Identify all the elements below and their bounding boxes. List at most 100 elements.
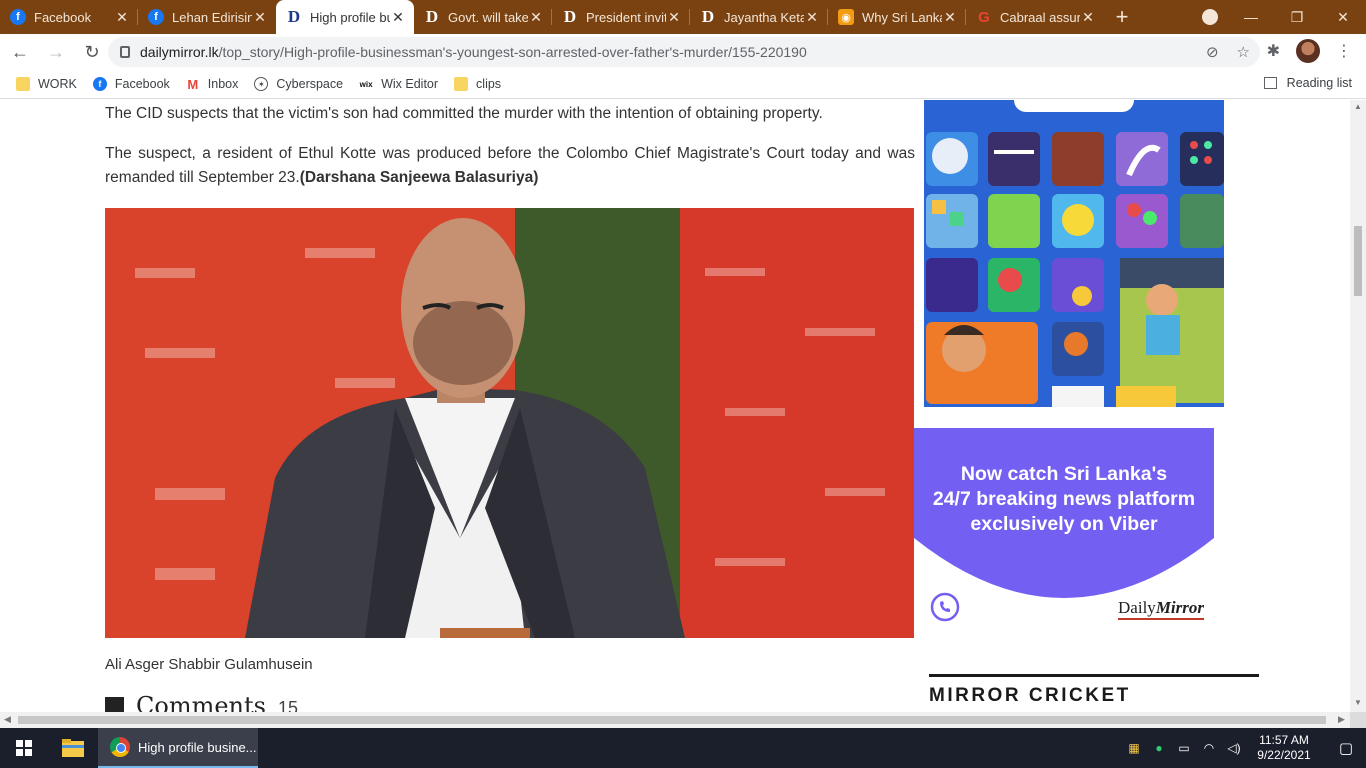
games-grid-illustration [924, 100, 1224, 407]
horizontal-scrollbar[interactable]: ◀ ▶ [0, 712, 1350, 728]
scroll-down-icon[interactable]: ▼ [1354, 698, 1362, 707]
tab-facebook[interactable]: f Facebook ✕ [0, 0, 138, 34]
lock-icon[interactable] [120, 46, 130, 58]
wix-icon: wix [359, 79, 373, 89]
dailymirror-logo: DailyMirror [1118, 598, 1204, 620]
tab-high-profile[interactable]: D High profile businessman ✕ [276, 0, 414, 34]
facebook-icon: f [92, 77, 107, 91]
windows-icon [16, 740, 32, 756]
comments-header[interactable]: Comments 15 [105, 692, 298, 712]
restore-icon[interactable]: ❐ [1274, 9, 1320, 26]
tab-search-icon[interactable] [1202, 9, 1218, 25]
extensions-icon[interactable]: ✱ [1267, 41, 1280, 61]
dailymirror-icon: D [701, 7, 715, 26]
tab-lehan[interactable]: f Lehan Edirisinghe ✕ [138, 0, 276, 34]
tab-title: Govt. will take [448, 9, 528, 25]
tab-strip: f Facebook ✕ f Lehan Edirisinghe ✕ D Hig… [0, 0, 1366, 34]
new-tab-button[interactable]: + [1104, 0, 1140, 34]
cyberspace-icon: ✶ [254, 77, 269, 91]
profile-avatar[interactable] [1296, 39, 1320, 63]
app-tray-icon[interactable]: ▦ [1123, 728, 1145, 768]
bookmark-wix[interactable]: wix Wix Editor [359, 77, 438, 91]
menu-kebab-icon[interactable]: ⋮ [1336, 41, 1352, 61]
close-tab-icon[interactable]: ✕ [528, 9, 544, 26]
viber-ad-text: Now catch Sri Lanka's 24/7 breaking news… [914, 462, 1214, 537]
forward-icon[interactable]: → [40, 36, 72, 68]
google-icon: G [978, 8, 990, 26]
reading-list-icon [1263, 77, 1277, 89]
mirror-cricket-section: MIRROR CRICKET [929, 674, 1259, 707]
bookmark-star-icon[interactable]: ☆ [1237, 43, 1250, 61]
notifications-icon[interactable]: ▢ [1326, 739, 1366, 757]
close-tab-icon[interactable]: ✕ [804, 9, 820, 26]
scroll-left-icon[interactable]: ◀ [4, 714, 11, 725]
scrollbar-corner [1350, 712, 1366, 728]
clock-date: 9/22/2021 [1257, 748, 1311, 762]
minimize-icon[interactable]: — [1228, 9, 1274, 25]
close-window-icon[interactable]: ✕ [1320, 9, 1366, 26]
address-bar[interactable]: dailymirror.lk/top_story/High-profile-bu… [108, 37, 1260, 67]
windows-taskbar: High profile busine... ▦ ● ▭ ◠ ◁) 11:57 … [0, 728, 1366, 768]
bookmark-label: WORK [38, 77, 77, 91]
close-tab-icon[interactable]: ✕ [942, 9, 958, 26]
logo-part: Daily [1118, 598, 1156, 617]
security-icon[interactable]: ● [1148, 728, 1170, 768]
start-button[interactable] [0, 728, 48, 768]
battery-icon[interactable]: ▭ [1173, 728, 1195, 768]
taskbar-chrome-item[interactable]: High profile busine... [98, 728, 258, 768]
games-advertisement[interactable] [924, 100, 1224, 407]
tab-title: Facebook [34, 9, 92, 25]
tab-why-sri-lanka[interactable]: ◉ Why Sri Lanka ✕ [828, 0, 966, 34]
file-explorer-button[interactable] [48, 728, 98, 768]
photo-illustration [105, 208, 914, 638]
volume-icon[interactable]: ◁) [1223, 728, 1245, 768]
bookmark-label: Cyberspace [276, 77, 344, 91]
tab-president[interactable]: D President invites ✕ [552, 0, 690, 34]
bookmark-facebook[interactable]: f Facebook [92, 77, 170, 91]
url-path: /top_story/High-profile-businessman's-yo… [218, 44, 807, 60]
bookmark-label: Inbox [207, 77, 239, 91]
reload-icon[interactable]: ↻ [76, 36, 108, 68]
close-tab-icon[interactable]: ✕ [666, 9, 682, 26]
close-tab-icon[interactable]: ✕ [1080, 9, 1096, 26]
scroll-right-icon[interactable]: ▶ [1338, 714, 1345, 725]
taskbar-item-label: High profile busine... [138, 739, 257, 755]
url-host: dailymirror.lk [140, 44, 219, 60]
bookmarks-bar: WORK f Facebook M Inbox ✶ Cyberspace wix… [0, 70, 1366, 99]
window-controls: — ❐ ✕ [1228, 0, 1366, 34]
bookmark-cyberspace[interactable]: ✶ Cyberspace [254, 77, 343, 91]
rss-icon: ◉ [838, 9, 854, 25]
chrome-icon [110, 737, 130, 757]
tab-title: High profile businessman [310, 9, 390, 25]
comments-count: 15 [277, 698, 298, 712]
bookmark-label: clips [476, 77, 502, 91]
scroll-thumb[interactable] [18, 716, 1326, 724]
viber-advertisement[interactable]: Now catch Sri Lanka's 24/7 breaking news… [914, 428, 1214, 628]
browser-toolbar: ← → ↻ dailymirror.lk/top_story/High-prof… [0, 34, 1366, 70]
close-tab-icon[interactable]: ✕ [390, 9, 406, 26]
viber-line: Now catch Sri Lanka's [960, 463, 1168, 485]
scroll-up-icon[interactable]: ▲ [1354, 102, 1362, 111]
back-icon[interactable]: ← [4, 36, 36, 68]
tab-cabraal[interactable]: G Cabraal assures ✕ [966, 0, 1104, 34]
bookmark-label: Facebook [114, 77, 170, 91]
wifi-icon[interactable]: ◠ [1198, 728, 1220, 768]
close-tab-icon[interactable]: ✕ [252, 9, 268, 26]
tab-jayantha[interactable]: D Jayantha Ketagoda ✕ [690, 0, 828, 34]
folder-icon [62, 739, 84, 757]
clock-time: 11:57 AM [1259, 733, 1309, 747]
bookmark-inbox[interactable]: M Inbox [186, 77, 239, 92]
tab-govt[interactable]: D Govt. will take ✕ [414, 0, 552, 34]
tab-title: Why Sri Lanka [862, 9, 942, 25]
tab-title: Jayantha Ketagoda [724, 9, 804, 25]
reading-list-button[interactable]: Reading list [1263, 76, 1352, 90]
scroll-thumb[interactable] [1354, 226, 1362, 296]
dailymirror-icon: D [425, 7, 439, 26]
close-tab-icon[interactable]: ✕ [114, 9, 130, 26]
bookmark-work[interactable]: WORK [16, 77, 77, 91]
system-clock[interactable]: 11:57 AM 9/22/2021 [1254, 733, 1314, 763]
comments-label: Comments [136, 692, 266, 712]
bookmark-clips[interactable]: clips [454, 77, 501, 91]
vertical-scrollbar[interactable]: ▲ ▼ [1350, 100, 1366, 712]
tracking-blocked-icon[interactable]: ⊘ [1206, 43, 1219, 61]
